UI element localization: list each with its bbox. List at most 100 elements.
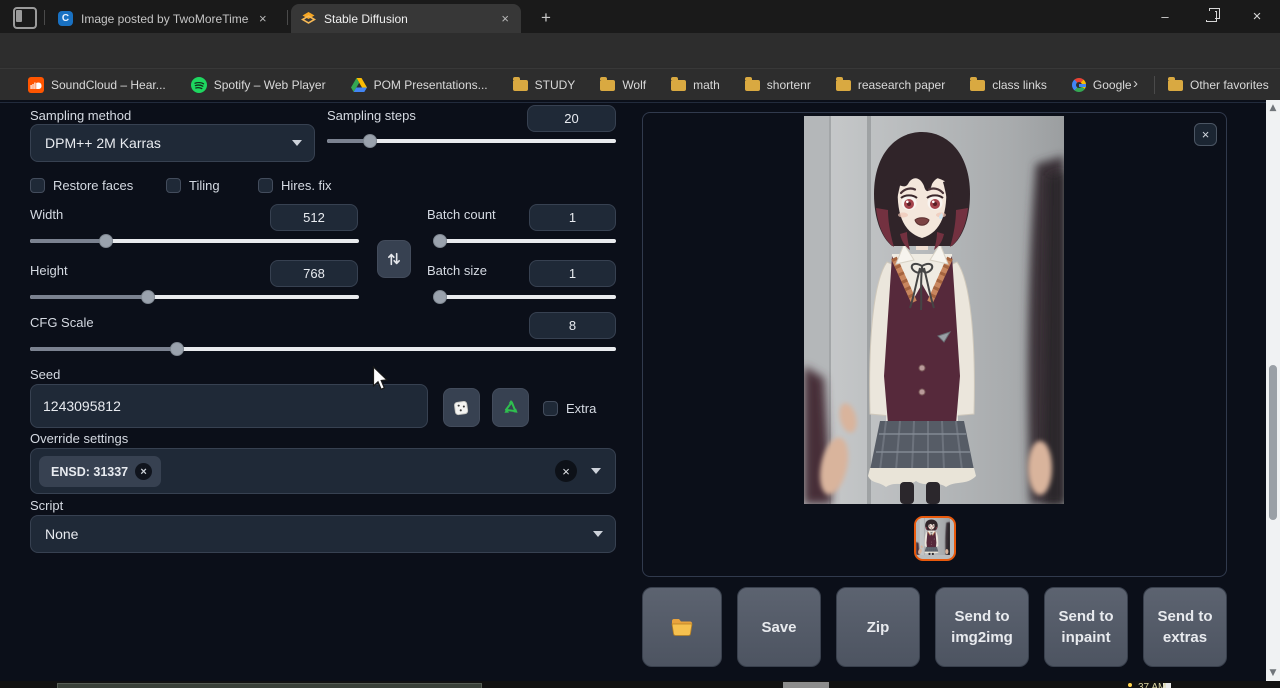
folder-icon [671,80,686,91]
bookmarks-overflow-chevron[interactable]: › [1133,75,1138,92]
recycle-icon [502,399,520,417]
minimize-button[interactable]: – [1142,0,1188,33]
taskbar-item[interactable] [783,682,829,688]
tab-actions-icon[interactable] [13,7,37,29]
tab-title: Stable Diffusion [324,12,408,26]
batch-size-input[interactable]: 1 [529,260,616,287]
taskbar-app-strip[interactable] [57,683,482,688]
slider-thumb[interactable] [363,134,377,148]
google-icon [1072,78,1086,92]
clear-all-icon[interactable]: × [555,460,577,482]
bookmark-spotify[interactable]: Spotify – Web Player [191,77,326,93]
new-tab-button[interactable]: + [534,6,558,30]
cfg-scale-slider[interactable] [30,347,616,351]
seed-value: 1243095812 [43,398,121,414]
slider-thumb[interactable] [99,234,113,248]
bookmark-other-favorites[interactable]: Other favorites [1168,78,1269,92]
override-chip[interactable]: ENSD: 31337 × [39,456,161,487]
chip-remove-icon[interactable]: × [135,463,152,480]
generated-image[interactable] [804,116,1064,504]
reuse-seed-button[interactable] [492,388,529,427]
height-slider[interactable] [30,295,359,299]
script-dropdown[interactable]: None [30,515,616,553]
bookmark-folder-research[interactable]: reasearch paper [836,78,945,92]
taskbar-notification-dot [1128,683,1132,687]
random-seed-button[interactable] [443,388,480,427]
override-chip-label: ENSD: 31337 [51,465,128,479]
sampling-method-label: Sampling method [30,108,131,123]
scrollbar-thumb[interactable] [1269,365,1277,520]
scroll-down-icon[interactable]: ▼ [1268,668,1278,678]
bookmark-pom[interactable]: POM Presentations... [351,78,488,92]
bookmark-google[interactable]: Google [1072,78,1132,92]
bookmark-folder-math[interactable]: math [671,78,720,92]
slider-thumb[interactable] [433,234,447,248]
bookmarks-list: SoundCloud – Hear... Spotify – Web Playe… [28,69,1132,101]
tab-image-posted[interactable]: C Image posted by TwoMoreTimes × [48,4,286,33]
bookmark-folder-classlinks[interactable]: class links [970,78,1047,92]
slider-fill [30,239,106,243]
tab-stable-diffusion[interactable]: Stable Diffusion × [291,4,521,33]
folder-icon [836,80,851,91]
bookmarks-divider [1154,76,1155,94]
bookmark-label: POM Presentations... [374,78,488,92]
folder-icon [600,80,615,91]
sampling-method-value: DPM++ 2M Karras [45,135,161,151]
browser-toolbar: ← 127.0.0.1 :7860 A) ☆+ O » IA AD S [0,33,1280,68]
folder-icon [671,618,693,636]
open-folder-button[interactable] [642,587,722,667]
send-to-extras-button[interactable]: Send to extras [1143,587,1227,667]
taskbar-clock: 37 AM [1138,682,1166,688]
batch-count-input[interactable]: 1 [529,204,616,231]
tab-close-icon[interactable]: × [259,11,267,26]
extra-seed-checkbox[interactable] [543,401,558,416]
scroll-up-icon[interactable]: ▲ [1268,103,1278,113]
batch-size-slider[interactable] [435,295,616,299]
tiling-checkbox[interactable] [166,178,181,193]
sampling-steps-slider[interactable] [327,139,616,143]
send-to-img2img-button[interactable]: Send to img2img [935,587,1029,667]
stable-diffusion-page: Sampling method DPM++ 2M Karras Sampling… [0,100,1280,681]
send-to-inpaint-button[interactable]: Send to inpaint [1044,587,1128,667]
zip-button[interactable]: Zip [836,587,920,667]
bookmark-folder-wolf[interactable]: Wolf [600,78,646,92]
bookmark-soundcloud[interactable]: SoundCloud – Hear... [28,77,166,93]
width-input[interactable]: 512 [270,204,358,231]
cfg-scale-label: CFG Scale [30,315,94,330]
tab-close-icon[interactable]: × [501,11,509,26]
tab-title: Image posted by TwoMoreTimes [81,12,249,26]
sampling-steps-input[interactable]: 20 [527,105,616,132]
bookmark-folder-shortenr[interactable]: shortenr [745,78,811,92]
restore-icon [1206,11,1217,22]
swap-dimensions-button[interactable] [377,240,411,278]
close-gallery-icon[interactable]: × [1194,123,1217,146]
width-slider[interactable] [30,239,359,243]
gradio-favicon [301,11,316,26]
restore-faces-label: Restore faces [53,178,133,193]
width-label: Width [30,207,63,222]
height-input[interactable]: 768 [270,260,358,287]
save-button[interactable]: Save [737,587,821,667]
override-settings-box[interactable]: ENSD: 31337 × × [30,448,616,494]
slider-thumb[interactable] [433,290,447,304]
restore-button[interactable] [1188,0,1234,33]
sampling-steps-label: Sampling steps [327,108,416,123]
slider-thumb[interactable] [141,290,155,304]
bookmark-label: reasearch paper [858,78,945,92]
restore-faces-checkbox[interactable] [30,178,45,193]
seed-input[interactable]: 1243095812 [30,384,428,428]
close-window-button[interactable]: × [1234,0,1280,33]
dice-icon [453,399,470,416]
bookmarks-bar: SoundCloud – Hear... Spotify – Web Playe… [0,68,1280,101]
bookmark-folder-study[interactable]: STUDY [513,78,576,92]
section-divider [0,102,1266,103]
sampling-method-dropdown[interactable]: DPM++ 2M Karras [30,124,315,162]
slider-thumb[interactable] [170,342,184,356]
batch-count-slider[interactable] [435,239,616,243]
gallery-thumbnail-selected[interactable] [914,516,956,561]
output-gallery: × [642,112,1227,577]
cfg-scale-input[interactable]: 8 [529,312,616,339]
hires-fix-checkbox[interactable] [258,178,273,193]
scrollbar[interactable]: ▲ ▼ [1266,100,1280,681]
extra-seed-label: Extra [566,401,596,416]
